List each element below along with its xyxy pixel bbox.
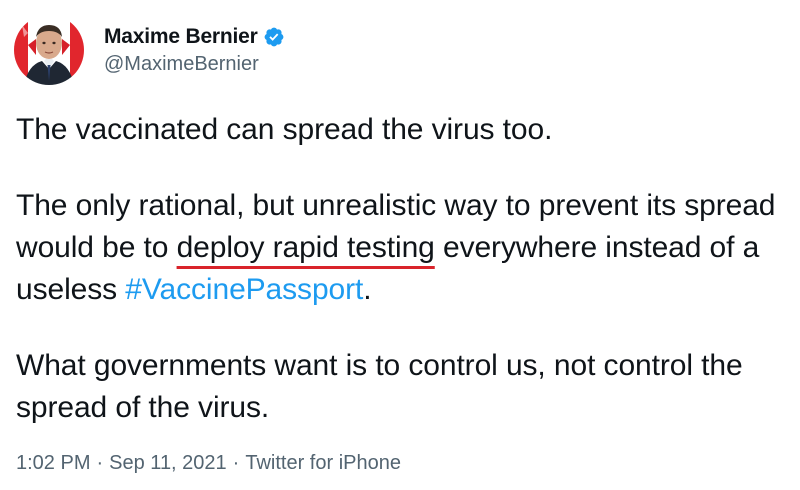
meta-separator: · (96, 452, 104, 474)
tweet-paragraph-3: What governments want is to control us, … (16, 349, 743, 424)
tweet-paragraph-2: The only rational, but unrealistic way t… (16, 185, 791, 311)
name-row: Maxime Bernier (104, 24, 285, 50)
tweet-time[interactable]: 1:02 PM (16, 452, 90, 475)
paragraph-2-after: . (363, 273, 372, 306)
highlighted-phrase: deploy rapid testing (176, 231, 435, 264)
tweet-date[interactable]: Sep 11, 2021 (109, 452, 227, 475)
hashtag-link[interactable]: #VaccinePassport (125, 273, 363, 306)
author-names: Maxime Bernier @MaximeBernier (104, 24, 285, 76)
meta-separator: · (232, 452, 240, 474)
tweet-text: The vaccinated can spread the virus too.… (16, 109, 791, 429)
verified-badge-icon (263, 26, 285, 48)
tweet-card: Maxime Bernier @MaximeBernier The vaccin… (0, 0, 800, 490)
tweet-source[interactable]: Twitter for iPhone (245, 452, 401, 475)
author-handle[interactable]: @MaximeBernier (104, 53, 285, 76)
avatar-image (14, 15, 84, 85)
display-name[interactable]: Maxime Bernier (104, 25, 258, 49)
tweet-paragraph-1: The vaccinated can spread the virus too. (16, 113, 553, 146)
tweet-header: Maxime Bernier @MaximeBernier (14, 14, 285, 86)
avatar[interactable] (14, 15, 84, 85)
tweet-meta: 1:02 PM · Sep 11, 2021 · Twitter for iPh… (16, 452, 401, 475)
